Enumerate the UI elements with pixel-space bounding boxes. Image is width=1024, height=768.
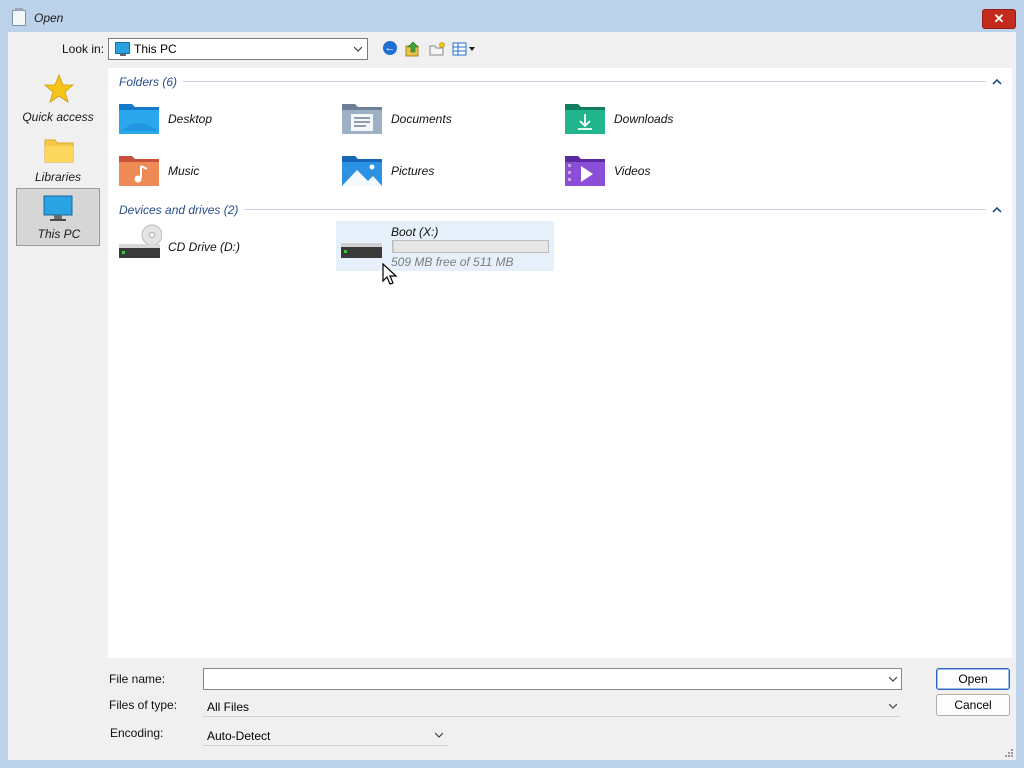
chevron-down-icon[interactable] bbox=[889, 675, 897, 683]
folder-item-desktop[interactable]: Desktop bbox=[116, 100, 326, 138]
this-pc-icon bbox=[115, 42, 130, 56]
back-icon[interactable]: ← bbox=[382, 40, 400, 58]
folder-label: Downloads bbox=[614, 112, 674, 126]
place-this-pc[interactable]: This PC bbox=[16, 188, 100, 246]
drives-group-title[interactable]: Devices and drives (2) bbox=[119, 203, 245, 217]
folder-label: Documents bbox=[391, 112, 452, 126]
folder-item-pictures[interactable]: Pictures bbox=[339, 152, 549, 190]
chevron-down-icon bbox=[354, 46, 362, 52]
monitor-icon bbox=[43, 195, 73, 221]
group-divider bbox=[240, 209, 986, 210]
drive-item-cd[interactable]: CD Drive (D:) bbox=[116, 224, 326, 264]
drive-label: CD Drive (D:) bbox=[168, 240, 240, 254]
cd-drive-icon bbox=[119, 224, 162, 258]
folder-item-music[interactable]: Music bbox=[116, 152, 326, 190]
drive-usage-fill bbox=[393, 241, 394, 252]
downloads-folder-icon bbox=[565, 104, 605, 134]
drive-free-space: 509 MB free of 511 MB bbox=[391, 255, 514, 269]
star-icon bbox=[44, 74, 74, 103]
encoding-value: Auto-Detect bbox=[207, 729, 271, 743]
hard-drive-icon bbox=[341, 243, 382, 258]
look-in-label: Look in: bbox=[62, 42, 105, 56]
open-button[interactable]: Open bbox=[936, 668, 1010, 690]
look-in-value: This PC bbox=[134, 42, 177, 56]
new-folder-icon[interactable] bbox=[428, 40, 446, 58]
libraries-folder-icon bbox=[44, 139, 74, 163]
folder-item-videos[interactable]: Videos bbox=[562, 152, 772, 190]
folder-label: Pictures bbox=[391, 164, 435, 178]
folders-group-title[interactable]: Folders (6) bbox=[119, 75, 184, 89]
collapse-caret-icon[interactable] bbox=[992, 77, 1002, 87]
group-divider bbox=[176, 81, 986, 82]
folder-item-documents[interactable]: Documents bbox=[339, 100, 549, 138]
chevron-down-icon bbox=[435, 732, 443, 738]
drive-label: Boot (X:) bbox=[391, 225, 439, 239]
documents-folder-icon bbox=[342, 104, 382, 134]
pictures-folder-icon bbox=[342, 156, 382, 186]
resize-grip-icon[interactable] bbox=[1004, 748, 1014, 758]
chevron-down-icon bbox=[889, 703, 897, 709]
folder-label: Videos bbox=[614, 164, 651, 178]
up-folder-icon[interactable] bbox=[404, 40, 422, 58]
encoding-select[interactable]: Auto-Detect bbox=[203, 725, 448, 746]
collapse-caret-icon[interactable] bbox=[992, 205, 1002, 215]
view-menu-icon[interactable] bbox=[452, 40, 478, 58]
files-of-type-value: All Files bbox=[207, 700, 250, 714]
places-bar: Quick access Libraries This PC bbox=[12, 68, 104, 652]
files-of-type-select[interactable]: All Files bbox=[203, 696, 900, 717]
file-name-input[interactable] bbox=[203, 668, 902, 690]
folder-label: Music bbox=[168, 164, 200, 178]
desktop-folder-icon bbox=[119, 104, 159, 134]
place-quick-access[interactable]: Quick access bbox=[16, 72, 100, 130]
encoding-label: Encoding: bbox=[110, 726, 164, 740]
music-folder-icon bbox=[119, 156, 159, 186]
cancel-button[interactable]: Cancel bbox=[936, 694, 1010, 716]
look-in-combo[interactable]: This PC bbox=[108, 38, 368, 60]
place-libraries[interactable]: Libraries bbox=[16, 132, 100, 190]
close-button[interactable]: ✕ bbox=[982, 9, 1016, 29]
files-of-type-label: Files of type: bbox=[109, 698, 178, 712]
place-label: This PC bbox=[37, 227, 81, 241]
window-title: Open bbox=[34, 11, 64, 25]
title-bar bbox=[0, 0, 1024, 32]
mouse-cursor-icon bbox=[382, 263, 398, 285]
folder-item-downloads[interactable]: Downloads bbox=[562, 100, 772, 138]
place-label: Quick access bbox=[22, 110, 94, 124]
notepad-icon bbox=[12, 8, 26, 26]
place-label: Libraries bbox=[34, 170, 82, 184]
file-name-label: File name: bbox=[109, 672, 166, 686]
drive-usage-bar bbox=[392, 240, 549, 253]
folder-label: Desktop bbox=[168, 112, 213, 126]
videos-folder-icon bbox=[565, 156, 605, 186]
